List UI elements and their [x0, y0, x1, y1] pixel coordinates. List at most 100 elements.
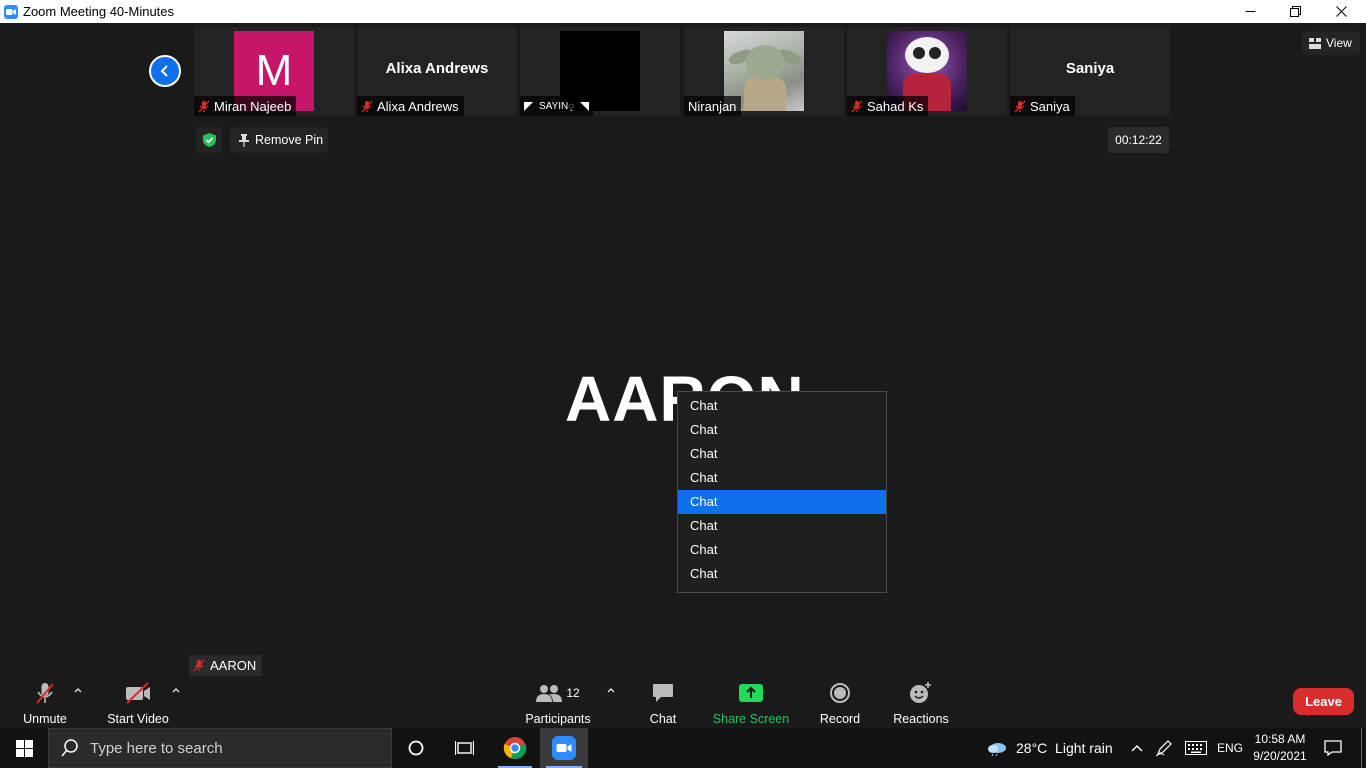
leave-button[interactable]: Leave [1293, 688, 1354, 715]
pen-icon [1155, 740, 1172, 757]
reactions-button[interactable]: Reactions [893, 680, 949, 726]
participants-icon [536, 685, 563, 702]
self-name: AARON [210, 658, 257, 673]
participant-name: Alixa Andrews [377, 98, 459, 114]
restore-button[interactable] [1272, 0, 1318, 23]
self-nameplate: AARON [189, 655, 263, 676]
cortana-button[interactable] [394, 728, 438, 768]
clock-date: 9/20/2021 [1253, 749, 1307, 763]
participant-tile[interactable]: Sahad Ks [847, 27, 1007, 116]
corner-glyph-icon [580, 101, 590, 111]
previous-page-button[interactable] [149, 55, 181, 87]
participants-button[interactable]: 12 Participants [524, 680, 592, 726]
meeting-timer: 00:12:22 [1108, 127, 1169, 153]
search-placeholder: Type here to search [90, 739, 223, 757]
search-icon [61, 739, 78, 757]
participant-tile[interactable]: SAYIN◌̱ [520, 27, 680, 116]
title-bar: Zoom Meeting 40-Minutes [0, 0, 1366, 23]
grid-view-icon [1309, 37, 1321, 49]
clock-time: 10:58 AM [1254, 732, 1306, 746]
participant-tile[interactable]: Niranjan [684, 27, 844, 116]
taskbar-chrome-app[interactable] [492, 728, 538, 768]
view-button[interactable]: View [1302, 31, 1360, 55]
chat-bubble-icon [653, 684, 673, 702]
restore-icon [1289, 6, 1301, 17]
encryption-badge[interactable] [196, 127, 222, 153]
show-hidden-icons-button[interactable] [1127, 728, 1147, 768]
chat-label: Chat [649, 712, 677, 726]
action-center-button[interactable] [1318, 728, 1348, 768]
window-title: Zoom Meeting 40-Minutes [23, 4, 175, 19]
participant-tile[interactable]: M Miran Najeeb [194, 27, 354, 116]
dropdown-option[interactable]: Chat [678, 562, 886, 586]
close-button[interactable] [1318, 0, 1364, 23]
start-button[interactable] [0, 728, 48, 768]
video-off-icon [126, 682, 150, 704]
windows-logo-icon [15, 739, 33, 757]
dropdown-option-selected[interactable]: Chat [678, 490, 886, 514]
reactions-label: Reactions [893, 712, 949, 726]
chat-dropdown-menu: Chat Chat Chat Chat Chat Chat Chat Chat [677, 391, 887, 593]
participant-nameplate: Niranjan [684, 96, 742, 116]
task-view-button[interactable] [441, 728, 487, 768]
remove-pin-button[interactable]: Remove Pin [230, 127, 328, 153]
weather-icon [985, 728, 1009, 768]
participant-name: Saniya [1030, 98, 1070, 114]
minimize-icon [1245, 11, 1255, 12]
participants-label: Participants [525, 712, 591, 726]
start-video-button[interactable]: Start Video [107, 680, 169, 726]
dropdown-option[interactable]: Chat [678, 514, 886, 538]
taskbar-search-input[interactable]: Type here to search [48, 728, 392, 768]
chrome-icon [503, 737, 527, 760]
participant-nameplate: Sahad Ks [847, 96, 929, 116]
pen-workspace-button[interactable] [1153, 728, 1175, 768]
task-view-icon [454, 741, 474, 755]
shield-check-icon [202, 133, 216, 147]
mic-muted-icon [851, 100, 863, 112]
zoom-meeting-window: Zoom Meeting 40-Minutes M Miran Najeeb A… [0, 0, 1366, 768]
participant-display-name: Saniya [1065, 60, 1115, 77]
minimize-button[interactable] [1227, 0, 1273, 23]
share-screen-button[interactable]: Share Screen [712, 680, 790, 726]
dropdown-option[interactable]: Chat [678, 442, 886, 466]
record-button[interactable]: Record [818, 680, 862, 726]
dropdown-option[interactable]: Chat [678, 418, 886, 442]
participant-name: Niranjan [688, 98, 737, 114]
share-screen-icon [739, 684, 763, 702]
participant-nameplate: Miran Najeeb [194, 96, 297, 116]
participant-tile[interactable]: Saniya Saniya [1010, 27, 1170, 116]
audio-options-caret-icon[interactable] [73, 686, 83, 696]
share-screen-label: Share Screen [712, 712, 790, 726]
participants-options-caret-icon[interactable] [606, 686, 616, 696]
mic-muted-icon [36, 683, 54, 704]
unmute-button[interactable]: Unmute [22, 680, 68, 726]
corner-glyph-icon [524, 101, 533, 111]
remove-pin-label: Remove Pin [255, 133, 324, 147]
mic-muted-icon [198, 100, 210, 112]
chevron-up-icon [1131, 745, 1143, 752]
taskbar-zoom-app[interactable] [540, 728, 588, 768]
start-video-label: Start Video [107, 712, 169, 726]
windows-taskbar: Type here to search 28°C Light rain ENG … [0, 728, 1366, 768]
chat-button[interactable]: Chat [647, 680, 679, 726]
dropdown-option[interactable]: Chat [678, 466, 886, 490]
close-icon [1335, 6, 1347, 17]
video-options-caret-icon[interactable] [171, 686, 181, 696]
weather-widget[interactable]: 28°C Light rain [1016, 728, 1116, 768]
notification-icon [1324, 740, 1342, 756]
keyboard-icon [1185, 741, 1207, 755]
mic-muted-icon [193, 659, 205, 672]
taskbar-clock[interactable]: 10:58 AM 9/20/2021 [1250, 731, 1310, 765]
touch-keyboard-button[interactable] [1183, 728, 1209, 768]
participant-nameplate: SAYIN◌̱ [520, 96, 594, 116]
participant-tile[interactable]: Alixa Andrews Alixa Andrews [357, 27, 517, 116]
pin-icon [239, 133, 249, 147]
input-language[interactable]: ENG [1214, 728, 1246, 768]
dropdown-option[interactable]: Chat [678, 394, 886, 418]
record-label: Record [819, 712, 861, 726]
cortana-circle-icon [408, 740, 424, 756]
dropdown-option[interactable]: Chat [678, 538, 886, 562]
zoom-app-icon [552, 736, 576, 760]
show-desktop-button[interactable] [1361, 728, 1366, 768]
record-icon [830, 683, 850, 703]
